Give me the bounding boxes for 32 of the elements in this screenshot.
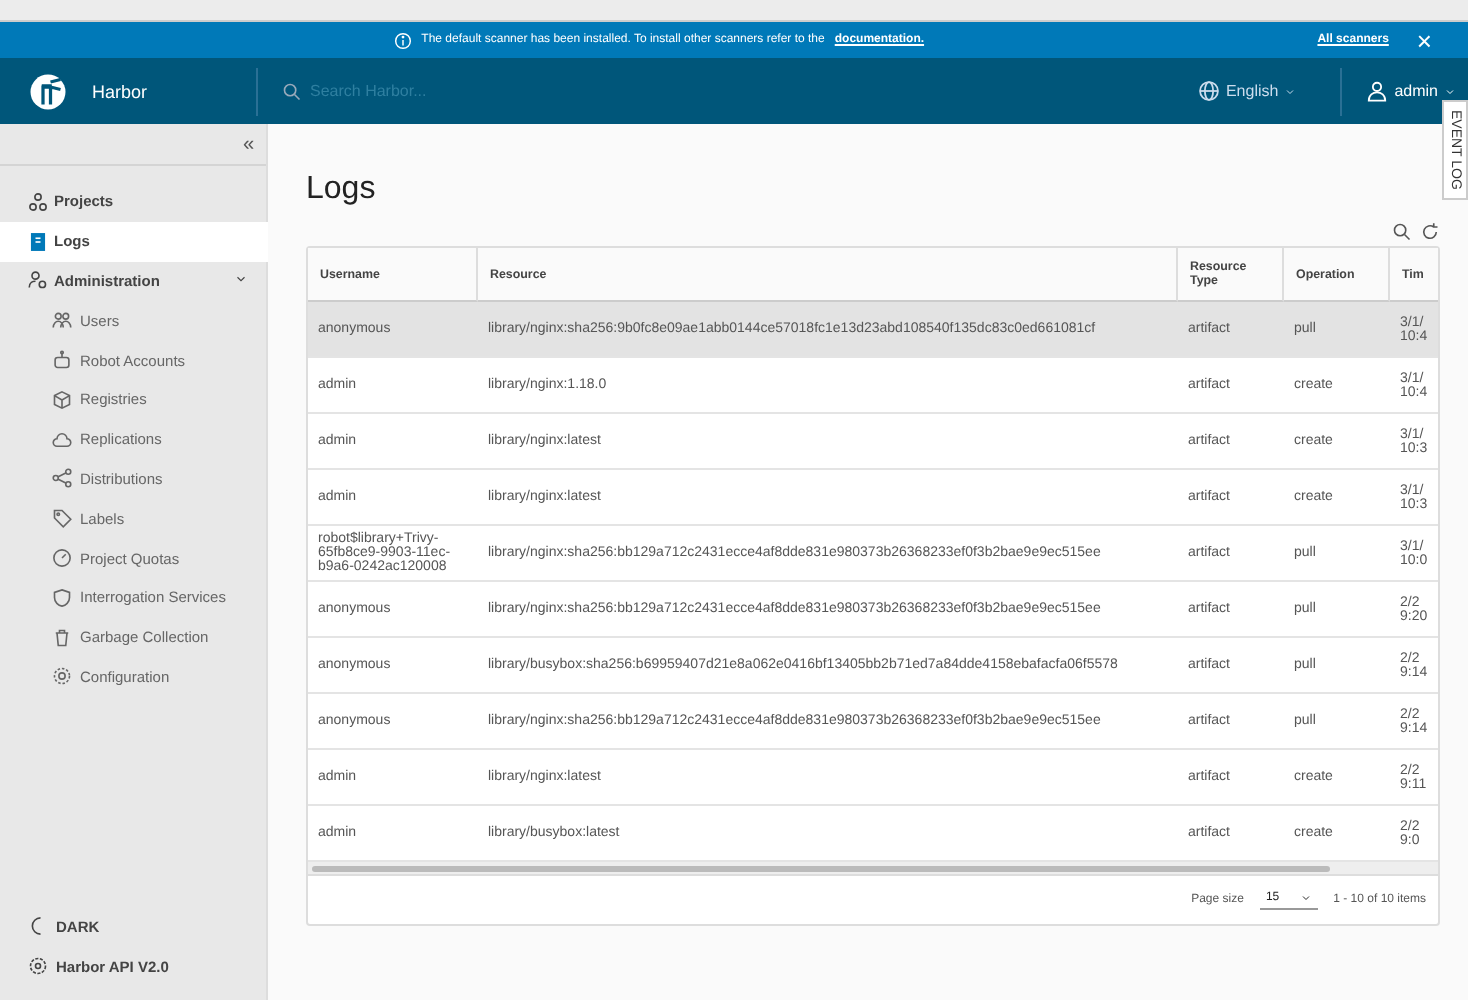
info-icon: [393, 31, 412, 49]
shield-icon: [52, 587, 72, 608]
cube-icon: [52, 389, 72, 410]
brand-name[interactable]: Harbor: [92, 81, 148, 101]
caret-icon: [1444, 85, 1456, 97]
close-button[interactable]: ×: [1416, 27, 1432, 53]
people-icon: [28, 191, 48, 212]
lighthouse-logo-icon: [28, 71, 68, 111]
caret-icon: [1299, 891, 1312, 903]
tag-icon: [52, 508, 72, 529]
gear-icon: [52, 666, 72, 687]
collapse-button[interactable]: «: [242, 133, 254, 155]
horizontal-scrollbar[interactable]: [312, 865, 1329, 871]
robot-icon: [52, 350, 72, 371]
page-title: Logs: [306, 172, 378, 210]
trash-icon: [52, 627, 72, 648]
search-icon: [282, 81, 302, 101]
chevron-icon: [234, 271, 248, 286]
search-button[interactable]: [1392, 221, 1412, 241]
globe-icon: [1197, 80, 1220, 102]
language-selector[interactable]: English: [1197, 80, 1297, 102]
caret-icon: [1284, 85, 1297, 97]
refresh-button[interactable]: [1420, 221, 1440, 241]
document-icon: [28, 231, 48, 252]
user-icon: [1366, 80, 1389, 102]
user-gear-icon: [28, 270, 48, 291]
cloud-icon: [52, 429, 72, 450]
share-icon: [52, 468, 72, 489]
gauge-icon: [52, 548, 72, 569]
group-icon: [52, 310, 72, 331]
refresh-icon: [1420, 221, 1440, 241]
search-icon: [1392, 221, 1412, 241]
